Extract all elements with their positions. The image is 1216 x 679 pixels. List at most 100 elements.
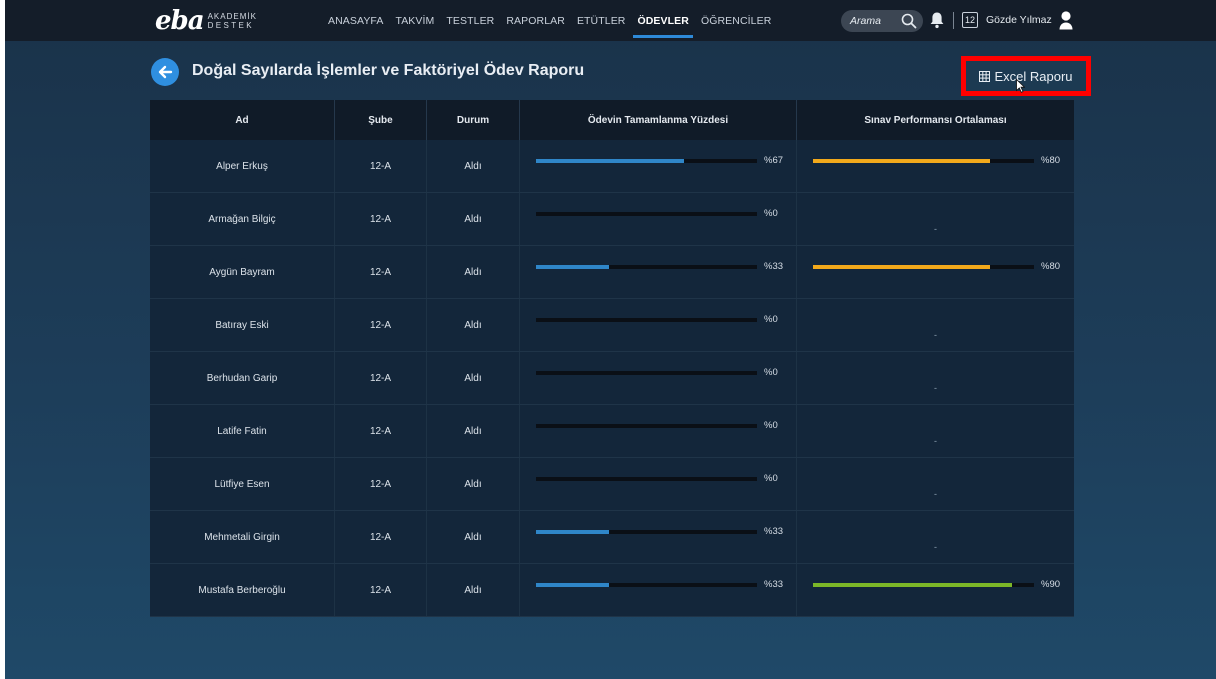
homework-status: Aldı: [427, 140, 520, 192]
completion-bar-track: [536, 212, 757, 216]
performance-percent: %90: [1041, 579, 1061, 590]
table-row[interactable]: Latife Fatin 12-A Aldı %0 -: [150, 405, 1074, 458]
app-frame: eba AKADEMİK DESTEK ANASAYFA TAKVİM TESTLE…: [5, 0, 1216, 679]
exam-performance-cell: -: [797, 352, 1074, 404]
table-row[interactable]: Mehmetali Girgin 12-A Aldı %33 -: [150, 511, 1074, 564]
completion-bar-fill: [536, 265, 609, 269]
completion-percent: %0: [764, 314, 778, 325]
completion-bar-track: [536, 477, 757, 481]
exam-performance-cell: -: [797, 405, 1074, 457]
column-header-name[interactable]: Ad: [150, 100, 335, 140]
completion-bar-track: [536, 318, 757, 322]
student-class: 12-A: [335, 352, 427, 404]
nav-item-3[interactable]: RAPORLAR: [500, 0, 571, 41]
column-header-class[interactable]: Şube: [335, 100, 427, 140]
completion-percent: %0: [764, 208, 778, 219]
performance-percent: %80: [1041, 261, 1061, 272]
table-row[interactable]: Alper Erkuş 12-A Aldı %67 %80: [150, 140, 1074, 193]
completion-cell: %0: [520, 352, 797, 404]
arrow-left-icon: [158, 65, 173, 79]
search-label: Arama: [850, 15, 881, 27]
user-name[interactable]: Gözde Yılmaz: [986, 14, 1052, 26]
back-button[interactable]: [151, 58, 179, 86]
completion-percent: %67: [764, 155, 784, 166]
student-name: Berhudan Garip: [150, 352, 335, 404]
completion-bar-track: [536, 371, 757, 375]
no-performance-dash: -: [934, 330, 937, 340]
table-row[interactable]: Aygün Bayram 12-A Aldı %33 %80: [150, 246, 1074, 299]
no-performance-dash: -: [934, 224, 937, 234]
column-header-status[interactable]: Durum: [427, 100, 520, 140]
table-row[interactable]: Armağan Bilgiç 12-A Aldı %0 -: [150, 193, 1074, 246]
homework-status: Aldı: [427, 564, 520, 616]
exam-performance-cell: -: [797, 511, 1074, 563]
student-name: Lütfiye Esen: [150, 458, 335, 510]
student-name: Latife Fatin: [150, 405, 335, 457]
student-name: Alper Erkuş: [150, 140, 335, 192]
table-grid-icon: [979, 70, 991, 82]
performance-bar-track: [813, 159, 1034, 163]
homework-status: Aldı: [427, 193, 520, 245]
search-box[interactable]: Arama: [841, 10, 923, 32]
main-nav: ANASAYFA TAKVİM TESTLER RAPORLAR ETÜTLER ÖDEV…: [322, 0, 777, 41]
student-class: 12-A: [335, 405, 427, 457]
homework-status: Aldı: [427, 405, 520, 457]
nav-item-1[interactable]: TAKVİM: [389, 0, 440, 41]
student-class: 12-A: [335, 511, 427, 563]
student-name: Mehmetali Girgin: [150, 511, 335, 563]
homework-status: Aldı: [427, 511, 520, 563]
column-header-completion[interactable]: Ödevin Tamamlanma Yüzdesi: [520, 100, 797, 140]
table-row[interactable]: Mustafa Berberoğlu 12-A Aldı %33 %90: [150, 564, 1074, 617]
completion-cell: %0: [520, 299, 797, 351]
student-name: Batıray Eski: [150, 299, 335, 351]
logo-mark: eba: [155, 6, 205, 36]
student-name: Armağan Bilgiç: [150, 193, 335, 245]
table-row[interactable]: Berhudan Garip 12-A Aldı %0 -: [150, 352, 1074, 405]
homework-status: Aldı: [427, 246, 520, 298]
exam-performance-cell: -: [797, 193, 1074, 245]
completion-cell: %33: [520, 564, 797, 616]
exam-performance-cell: %80: [797, 140, 1074, 192]
student-class: 12-A: [335, 299, 427, 351]
completion-cell: %33: [520, 246, 797, 298]
performance-percent: %80: [1041, 155, 1061, 166]
search-icon[interactable]: [901, 13, 917, 29]
student-class: 12-A: [335, 246, 427, 298]
mouse-cursor-icon: [1016, 79, 1025, 93]
no-performance-dash: -: [934, 542, 937, 552]
table-row[interactable]: Lütfiye Esen 12-A Aldı %0 -: [150, 458, 1074, 511]
logo-line-1: AKADEMİK: [207, 12, 257, 21]
performance-bar-track: [813, 583, 1034, 587]
eba-logo[interactable]: eba AKADEMİK DESTEK: [155, 6, 257, 36]
no-performance-dash: -: [934, 436, 937, 446]
exam-performance-cell: -: [797, 458, 1074, 510]
nav-item-5[interactable]: ÖDEVLER: [631, 0, 694, 41]
table-row[interactable]: Batıray Eski 12-A Aldı %0 -: [150, 299, 1074, 352]
calendar-icon[interactable]: 12: [962, 12, 978, 28]
performance-bar-fill: [813, 265, 990, 269]
logo-line-2: DESTEK: [207, 21, 254, 30]
nav-item-6[interactable]: ÖĞRENCİLER: [695, 0, 777, 41]
nav-item-2[interactable]: TESTLER: [440, 0, 500, 41]
student-class: 12-A: [335, 458, 427, 510]
completion-bar-track: [536, 424, 757, 428]
no-performance-dash: -: [934, 489, 937, 499]
table-header: Ad Şube Durum Ödevin Tamamlanma Yüzdesi …: [150, 100, 1074, 140]
performance-bar-fill: [813, 583, 1012, 587]
completion-bar-track: [536, 583, 757, 587]
homework-status: Aldı: [427, 299, 520, 351]
excel-report-button[interactable]: Excel Raporu: [961, 56, 1091, 96]
nav-item-4[interactable]: ETÜTLER: [571, 0, 632, 41]
column-header-exam-performance[interactable]: Sınav Performansı Ortalaması: [797, 100, 1074, 140]
bell-icon[interactable]: [929, 11, 945, 29]
completion-percent: %0: [764, 420, 778, 431]
student-class: 12-A: [335, 193, 427, 245]
completion-cell: %33: [520, 511, 797, 563]
page-title: Doğal Sayılarda İşlemler ve Faktöriyel Ö…: [192, 62, 585, 79]
completion-bar-track: [536, 530, 757, 534]
homework-status: Aldı: [427, 352, 520, 404]
top-navbar: eba AKADEMİK DESTEK ANASAYFA TAKVİM TESTLE…: [5, 0, 1216, 41]
nav-item-0[interactable]: ANASAYFA: [322, 0, 389, 41]
student-name: Mustafa Berberoğlu: [150, 564, 335, 616]
user-icon[interactable]: [1058, 10, 1074, 30]
